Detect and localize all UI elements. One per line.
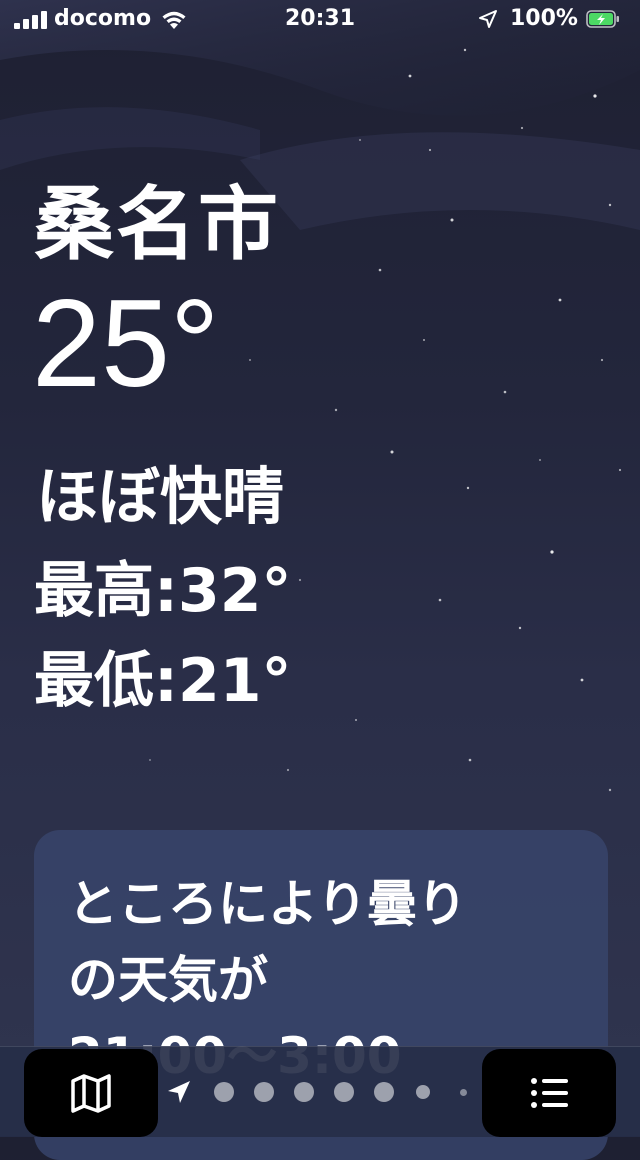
high-temperature: 最高:32° <box>34 556 292 626</box>
page-dot[interactable] <box>214 1082 234 1102</box>
low-temperature: 最低:21° <box>34 646 292 716</box>
page-dot[interactable] <box>334 1082 354 1102</box>
forecast-line: ところにより曇り <box>68 875 467 933</box>
map-button[interactable] <box>24 1049 158 1137</box>
location-arrow-icon <box>479 10 497 28</box>
city-list-button[interactable] <box>482 1049 616 1137</box>
forecast-line: の天気が <box>68 951 268 1009</box>
city-name: 桑名市 <box>34 178 280 271</box>
page-dot[interactable] <box>374 1082 394 1102</box>
page-indicator[interactable] <box>166 1077 476 1107</box>
bottom-toolbar <box>0 1046 640 1137</box>
current-temperature: 25° <box>32 275 220 413</box>
map-icon <box>71 1074 111 1113</box>
page-dot[interactable] <box>416 1085 430 1099</box>
status-bar: docomo 20:31 100% <box>0 0 640 40</box>
battery-charging-icon <box>586 10 619 28</box>
list-icon <box>531 1078 568 1108</box>
page-dot[interactable] <box>254 1082 274 1102</box>
battery-percent: 100% <box>510 6 578 31</box>
page-dot[interactable] <box>460 1089 467 1096</box>
location-arrow-icon <box>168 1081 190 1103</box>
page-dot[interactable] <box>294 1082 314 1102</box>
weather-condition: ほぼ快晴 <box>36 460 285 533</box>
